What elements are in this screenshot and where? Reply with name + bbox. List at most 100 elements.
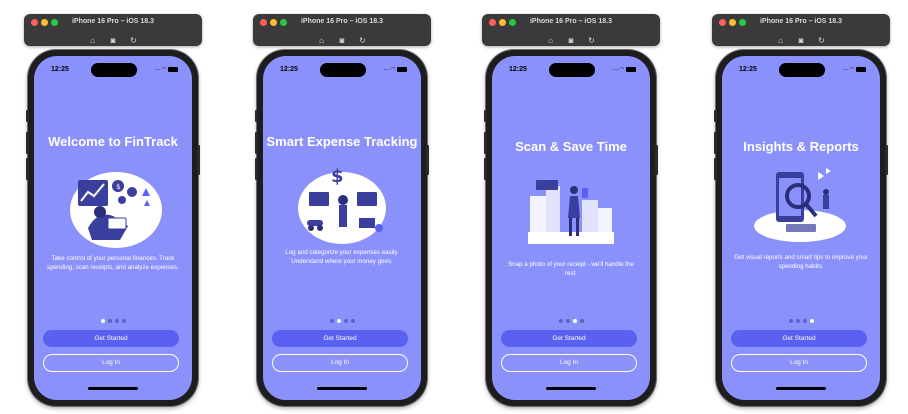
dynamic-island: [549, 63, 595, 77]
onboarding-description: Log and categorize your expenses easily.…: [285, 249, 399, 265]
page-dot[interactable]: [579, 318, 584, 323]
volume-up-button: [26, 132, 29, 154]
page-dot[interactable]: [558, 318, 563, 323]
page-dot[interactable]: [114, 318, 119, 323]
wifi-icon: ◠: [161, 67, 166, 73]
rotate-icon[interactable]: ↻: [583, 36, 599, 45]
status-icons: ···· ◠: [383, 66, 407, 73]
screenshot-icon[interactable]: ◙: [793, 36, 809, 45]
page-indicator[interactable]: [34, 312, 192, 323]
page-dot[interactable]: [788, 318, 793, 323]
simulator-title: iPhone 16 Pro – iOS 18.3: [759, 18, 843, 25]
volume-up-button: [255, 132, 258, 154]
home-icon[interactable]: ⌂: [314, 36, 330, 45]
get-started-button[interactable]: Get Started: [731, 330, 867, 347]
screenshot-icon[interactable]: ◙: [563, 36, 579, 45]
page-dot[interactable]: [795, 318, 800, 323]
volume-down-button: [714, 158, 717, 180]
page-dot[interactable]: [343, 318, 348, 323]
action-button: [26, 110, 29, 122]
signal-icon: ····: [612, 67, 619, 73]
app-screen: 12:25 ···· ◠ Scan & Save Time Snap a pho…: [492, 56, 650, 400]
rotate-icon[interactable]: ↻: [125, 36, 141, 45]
page-dot[interactable]: [350, 318, 355, 323]
page-dot[interactable]: [329, 318, 334, 323]
home-icon[interactable]: ⌂: [85, 36, 101, 45]
dynamic-island: [779, 63, 825, 77]
iphone-frame: 12:25 ···· ◠ Scan & Save Time Snap a pho…: [484, 50, 658, 406]
home-indicator: [317, 387, 367, 390]
page-dot[interactable]: [336, 318, 341, 323]
app-screen: 12:25 ···· ◠ Insights & Reports Get visu…: [722, 56, 880, 400]
battery-icon: [856, 66, 866, 72]
volume-up-button: [714, 132, 717, 154]
volume-down-button: [26, 158, 29, 180]
status-icons: ···· ◠: [612, 66, 636, 73]
onboarding-title: Welcome to FinTrack: [48, 134, 178, 149]
action-button: [255, 110, 258, 122]
simulator-window-2: iPhone 16 Pro – iOS 18.3 ⌂ ◙ ↻ 12:25 ···…: [253, 14, 435, 406]
home-indicator: [776, 387, 826, 390]
wifi-icon: ◠: [390, 67, 395, 73]
rotate-icon[interactable]: ↻: [813, 36, 829, 45]
home-icon[interactable]: ⌂: [773, 36, 789, 45]
simulator-title: iPhone 16 Pro – iOS 18.3: [300, 18, 384, 25]
wifi-icon: ◠: [849, 67, 854, 73]
battery-icon: [397, 66, 407, 72]
simulator-title: iPhone 16 Pro – iOS 18.3: [529, 18, 613, 25]
page-dot[interactable]: [565, 318, 570, 323]
page-dot[interactable]: [572, 318, 577, 323]
signal-icon: ····: [154, 67, 161, 73]
simulator-toolbar: iPhone 16 Pro – iOS 18.3 ⌂ ◙ ↻: [482, 14, 660, 46]
home-indicator: [88, 387, 138, 390]
status-time: 12:25: [280, 66, 298, 73]
log-in-button[interactable]: Log In: [272, 354, 408, 372]
wifi-icon: ◠: [619, 67, 624, 73]
home-icon[interactable]: ⌂: [543, 36, 559, 45]
status-icons: ···· ◠: [154, 66, 178, 73]
power-button: [197, 145, 200, 175]
simulator-window-3: iPhone 16 Pro – iOS 18.3 ⌂ ◙ ↻ 12:25 ···…: [482, 14, 664, 406]
page-dot[interactable]: [809, 318, 814, 323]
log-in-button[interactable]: Log In: [43, 354, 179, 372]
onboarding-title: Insights & Reports: [743, 139, 859, 154]
iphone-frame: 12:25 ···· ◠ Welcome to FinTrack $ Take …: [26, 50, 200, 406]
volume-up-button: [484, 132, 487, 154]
page-dot[interactable]: [802, 318, 807, 323]
page-dot[interactable]: [107, 318, 112, 323]
simulator-toolbar: iPhone 16 Pro – iOS 18.3 ⌂ ◙ ↻: [24, 14, 202, 46]
dynamic-island: [91, 63, 137, 77]
status-time: 12:25: [509, 66, 527, 73]
onboarding-title: Smart Expense Tracking: [266, 134, 418, 149]
onboarding-description: Snap a photo of your receipt - we'll han…: [508, 261, 634, 277]
screenshot-icon[interactable]: ◙: [334, 36, 350, 45]
page-indicator[interactable]: [263, 312, 421, 323]
iphone-frame: 12:25 ···· ◠ Insights & Reports Get visu…: [714, 50, 888, 406]
status-icons: ···· ◠: [842, 66, 866, 73]
onboarding-title: Scan & Save Time: [515, 139, 627, 154]
log-in-button[interactable]: Log In: [501, 354, 637, 372]
onboarding-description: Get visual reports and smart tips to imp…: [734, 254, 868, 270]
get-started-button[interactable]: Get Started: [43, 330, 179, 347]
action-button: [714, 110, 717, 122]
expense-illustration: $: [298, 166, 386, 244]
log-in-button[interactable]: Log In: [731, 354, 867, 372]
power-button: [426, 145, 429, 175]
page-dot[interactable]: [100, 318, 105, 323]
app-screen: 12:25 ···· ◠ Welcome to FinTrack $ Take …: [34, 56, 192, 400]
get-started-button[interactable]: Get Started: [501, 330, 637, 347]
status-time: 12:25: [51, 66, 69, 73]
page-dot[interactable]: [121, 318, 126, 323]
screenshot-icon[interactable]: ◙: [105, 36, 121, 45]
page-indicator[interactable]: [492, 312, 650, 323]
signal-icon: ····: [842, 67, 849, 73]
volume-down-button: [255, 158, 258, 180]
scan-illustration: [528, 180, 614, 244]
svg-text:$: $: [116, 183, 120, 191]
power-button: [885, 145, 888, 175]
rotate-icon[interactable]: ↻: [354, 36, 370, 45]
page-indicator[interactable]: [722, 312, 880, 323]
get-started-button[interactable]: Get Started: [272, 330, 408, 347]
svg-text:$: $: [331, 166, 344, 187]
onboarding-description: Take control of your personal finances. …: [47, 255, 179, 271]
